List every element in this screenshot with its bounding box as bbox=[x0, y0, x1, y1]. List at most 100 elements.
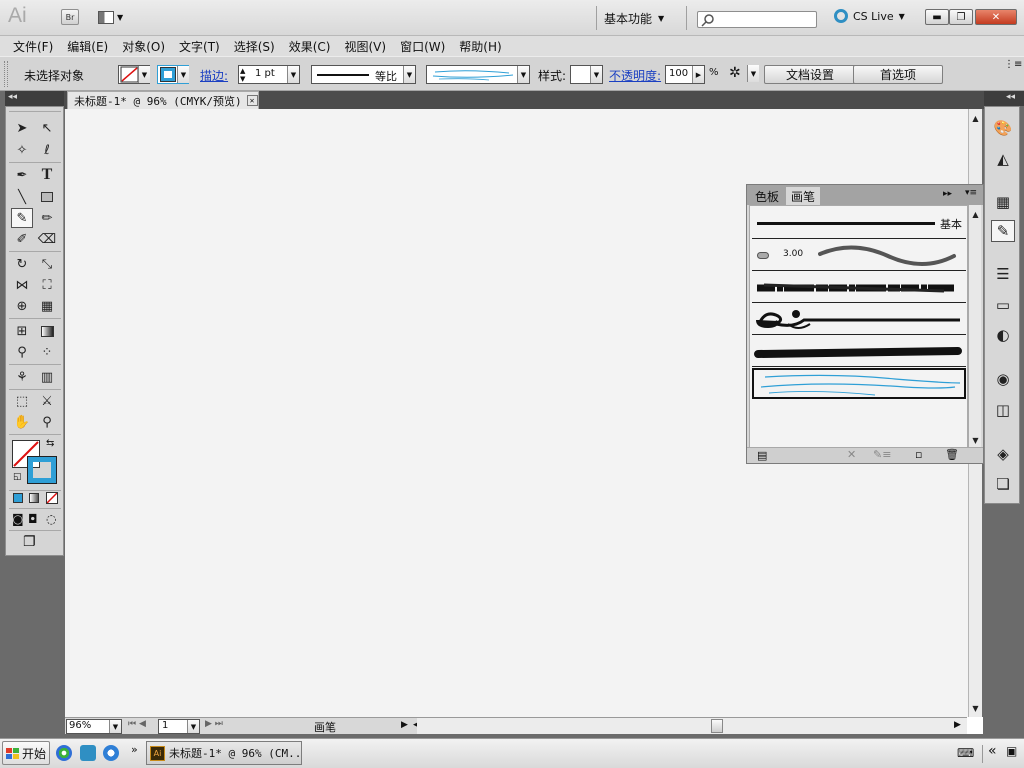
minimize-button[interactable]: ▬ bbox=[925, 9, 949, 25]
perspective-grid-tool-icon[interactable]: ▦ bbox=[36, 296, 58, 316]
direct-selection-tool-icon[interactable]: ↖ bbox=[36, 118, 58, 138]
pen-tool-icon[interactable]: ✒ bbox=[11, 165, 33, 185]
hand-tool-icon[interactable]: ✋ bbox=[11, 412, 33, 432]
tools-panel-header[interactable]: ◂◂ bbox=[5, 91, 64, 106]
menu-select[interactable]: 选择(S) bbox=[234, 38, 275, 55]
stroke-panel-link[interactable]: 描边: bbox=[200, 67, 228, 86]
fill-color-dropdown[interactable]: ▼ bbox=[118, 65, 150, 84]
line-tool-icon[interactable]: ╲ bbox=[11, 187, 33, 207]
stroke-weight-field[interactable]: ▲ ▼ 1 pt ▼ bbox=[238, 65, 300, 84]
stroke-color-dropdown[interactable]: ▼ bbox=[157, 65, 189, 84]
help-search-input[interactable] bbox=[697, 11, 817, 28]
brush-definition-dropdown[interactable]: ▼ bbox=[426, 65, 530, 84]
scroll-right-icon[interactable]: ▶ bbox=[954, 720, 961, 730]
stroke-panel-icon[interactable]: ☰ bbox=[991, 263, 1015, 285]
variable-width-profile-dropdown[interactable]: 等比 ▼ bbox=[311, 65, 416, 84]
arrange-documents-button[interactable]: ▼ bbox=[96, 9, 130, 25]
magic-wand-tool-icon[interactable]: ✧ bbox=[11, 140, 33, 160]
slice-tool-icon[interactable]: ⚔ bbox=[36, 391, 58, 411]
scale-tool-icon[interactable]: ⤡ bbox=[36, 254, 58, 274]
menu-help[interactable]: 帮助(H) bbox=[459, 38, 501, 55]
paintbrush-tool-icon[interactable]: ✎ bbox=[11, 208, 33, 228]
horizontal-scrollbar[interactable]: ▶ bbox=[417, 717, 967, 734]
symbol-sprayer-tool-icon[interactable]: ⚘ bbox=[11, 367, 33, 387]
brush-list-scrollbar[interactable]: ▲ ▼ bbox=[968, 205, 981, 450]
grip-handle[interactable] bbox=[4, 61, 8, 87]
media-player-icon[interactable] bbox=[56, 745, 72, 761]
bridge-button[interactable]: Br bbox=[61, 9, 79, 25]
internet-explorer-icon[interactable] bbox=[103, 745, 119, 761]
close-tab-icon[interactable]: ✕ bbox=[246, 95, 258, 106]
color-guide-icon[interactable]: ◭ bbox=[991, 148, 1015, 170]
taskbar-illustrator-window[interactable]: Ai 未标题-1* @ 96% (CM... bbox=[146, 741, 302, 765]
eyedropper-tool-icon[interactable]: ⚲ bbox=[11, 342, 33, 362]
scroll-down-icon[interactable]: ▼ bbox=[969, 701, 982, 715]
scroll-up-icon[interactable]: ▲ bbox=[969, 111, 982, 125]
menu-object[interactable]: 对象(O) bbox=[122, 38, 165, 55]
start-button[interactable]: 开始 bbox=[2, 741, 50, 765]
scroll-up-icon[interactable]: ▲ bbox=[969, 207, 982, 221]
brush-dry-ink[interactable] bbox=[752, 336, 966, 367]
brush-calligraphic[interactable]: 3.00 bbox=[752, 240, 966, 271]
blob-brush-tool-icon[interactable]: ✐ bbox=[11, 229, 33, 249]
mesh-tool-icon[interactable]: ⊞ bbox=[11, 321, 33, 341]
zoom-tool-icon[interactable]: ⚲ bbox=[36, 412, 58, 432]
swatches-panel-icon[interactable]: ▦ bbox=[991, 191, 1015, 213]
brush-options-icon[interactable]: ✎≡ bbox=[873, 448, 891, 461]
stroke-swatch[interactable] bbox=[27, 456, 57, 484]
brush-art-blue-selected[interactable] bbox=[752, 368, 966, 399]
gradient-panel-icon[interactable]: ▭ bbox=[991, 294, 1015, 316]
none-mode-icon[interactable] bbox=[46, 492, 58, 504]
new-brush-icon[interactable]: ▫ bbox=[915, 448, 922, 461]
quicklaunch-overflow-icon[interactable]: » bbox=[131, 743, 138, 756]
artboards-panel-icon[interactable]: ❏ bbox=[991, 473, 1015, 495]
transparency-panel-icon[interactable]: ◐ bbox=[991, 324, 1015, 346]
width-tool-icon[interactable]: ⋈ bbox=[11, 275, 33, 295]
delete-brush-icon[interactable]: 🗑 bbox=[945, 448, 959, 461]
free-transform-tool-icon[interactable]: ⛶ bbox=[36, 275, 58, 295]
graphic-styles-icon[interactable]: ◫ bbox=[991, 399, 1015, 421]
cs-live-menu[interactable]: CS Live ▼ bbox=[834, 9, 905, 23]
gradient-mode-icon[interactable] bbox=[29, 493, 39, 503]
draw-behind-icon[interactable]: ◘ bbox=[28, 512, 38, 526]
eraser-tool-icon[interactable]: ⌫ bbox=[36, 229, 58, 249]
network-icon[interactable]: ▣ bbox=[1006, 744, 1017, 758]
browser-quicklaunch-icon[interactable] bbox=[80, 745, 96, 761]
layers-panel-icon[interactable]: ◈ bbox=[991, 443, 1015, 465]
document-tab[interactable]: 未标题-1* @ 96% (CMYK/预览) ✕ bbox=[67, 91, 259, 109]
zoom-dropdown[interactable]: 96% ▼ bbox=[66, 719, 122, 734]
lasso-tool-icon[interactable]: ℓ bbox=[36, 140, 58, 160]
transparency-panel-link[interactable]: 不透明度: bbox=[609, 67, 661, 86]
brush-charcoal[interactable] bbox=[752, 272, 966, 303]
document-setup-button[interactable]: 文档设置 bbox=[764, 65, 856, 84]
color-panel-icon[interactable]: 🎨 bbox=[991, 117, 1015, 139]
current-tool-status[interactable]: 画笔 bbox=[314, 719, 336, 735]
brushes-panel-icon[interactable]: ✎ bbox=[991, 220, 1015, 242]
swap-fill-stroke-icon[interactable]: ⇆ bbox=[46, 438, 54, 449]
stepper-icon[interactable]: ▲ ▼ bbox=[240, 67, 245, 83]
restore-button[interactable]: ❐ bbox=[949, 9, 973, 25]
draw-inside-icon[interactable]: ◌ bbox=[46, 512, 56, 526]
rotate-tool-icon[interactable]: ↻ bbox=[11, 254, 33, 274]
draw-normal-icon[interactable]: ◙ bbox=[12, 512, 24, 526]
menu-edit[interactable]: 编辑(E) bbox=[67, 38, 108, 55]
preferences-button[interactable]: 首选项 bbox=[853, 65, 943, 84]
dock-header[interactable]: ◂◂ bbox=[984, 91, 1024, 106]
screen-mode-icon[interactable]: ❐ bbox=[23, 534, 36, 550]
menu-type[interactable]: 文字(T) bbox=[179, 38, 220, 55]
tab-swatches[interactable]: 色板 bbox=[750, 187, 784, 205]
shape-builder-tool-icon[interactable]: ⊕ bbox=[11, 296, 33, 316]
brush-basic[interactable]: 基本 bbox=[752, 208, 966, 239]
selection-tool-icon[interactable]: ➤ bbox=[11, 118, 33, 138]
menu-effect[interactable]: 效果(C) bbox=[289, 38, 331, 55]
keyboard-icon[interactable]: ⌨ bbox=[957, 746, 974, 760]
collapse-panel-icon[interactable]: ▸▸ bbox=[943, 189, 952, 199]
menu-file[interactable]: 文件(F) bbox=[13, 38, 53, 55]
rectangle-tool-icon[interactable] bbox=[36, 187, 58, 207]
blend-tool-icon[interactable]: ⁘ bbox=[36, 342, 58, 362]
appearance-panel-icon[interactable]: ◉ bbox=[991, 368, 1015, 390]
recolor-artwork-button[interactable]: ✲ ▼ bbox=[729, 65, 759, 84]
default-fill-stroke-icon[interactable]: ◱ bbox=[13, 472, 22, 482]
status-menu-icon[interactable]: ▶ bbox=[401, 720, 408, 730]
opacity-field[interactable]: 100 ▶ bbox=[665, 65, 705, 84]
